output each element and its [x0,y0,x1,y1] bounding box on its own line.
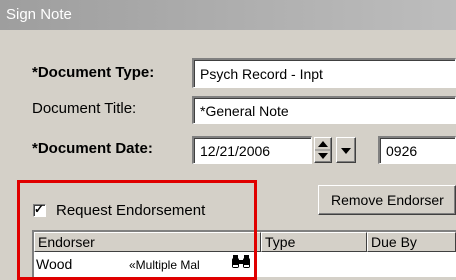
window-title: Sign Note [6,6,72,23]
document-title-label: Document Title: [32,100,137,117]
column-header-due-by[interactable]: Due By [367,232,456,252]
column-header-type[interactable]: Type [261,232,367,252]
up-down-arrows-icon [315,141,331,162]
date-dropdown-button[interactable] [336,137,356,163]
date-spinner-button[interactable] [314,137,332,163]
document-type-field[interactable]: Psych Record - Inpt [192,58,456,88]
document-date-label: *Document Date: [32,140,153,157]
chevron-down-icon [337,148,355,162]
remove-endorser-button[interactable]: Remove Endorser [318,185,456,215]
document-title-field[interactable]: *General Note [192,96,456,124]
endorsement-highlight-box [17,180,257,280]
window-titlebar: Sign Note [0,0,456,30]
document-type-label: *Document Type: [32,64,155,81]
date-field[interactable]: 12/21/2006 [192,136,312,164]
time-field[interactable]: 0926 [378,136,456,164]
